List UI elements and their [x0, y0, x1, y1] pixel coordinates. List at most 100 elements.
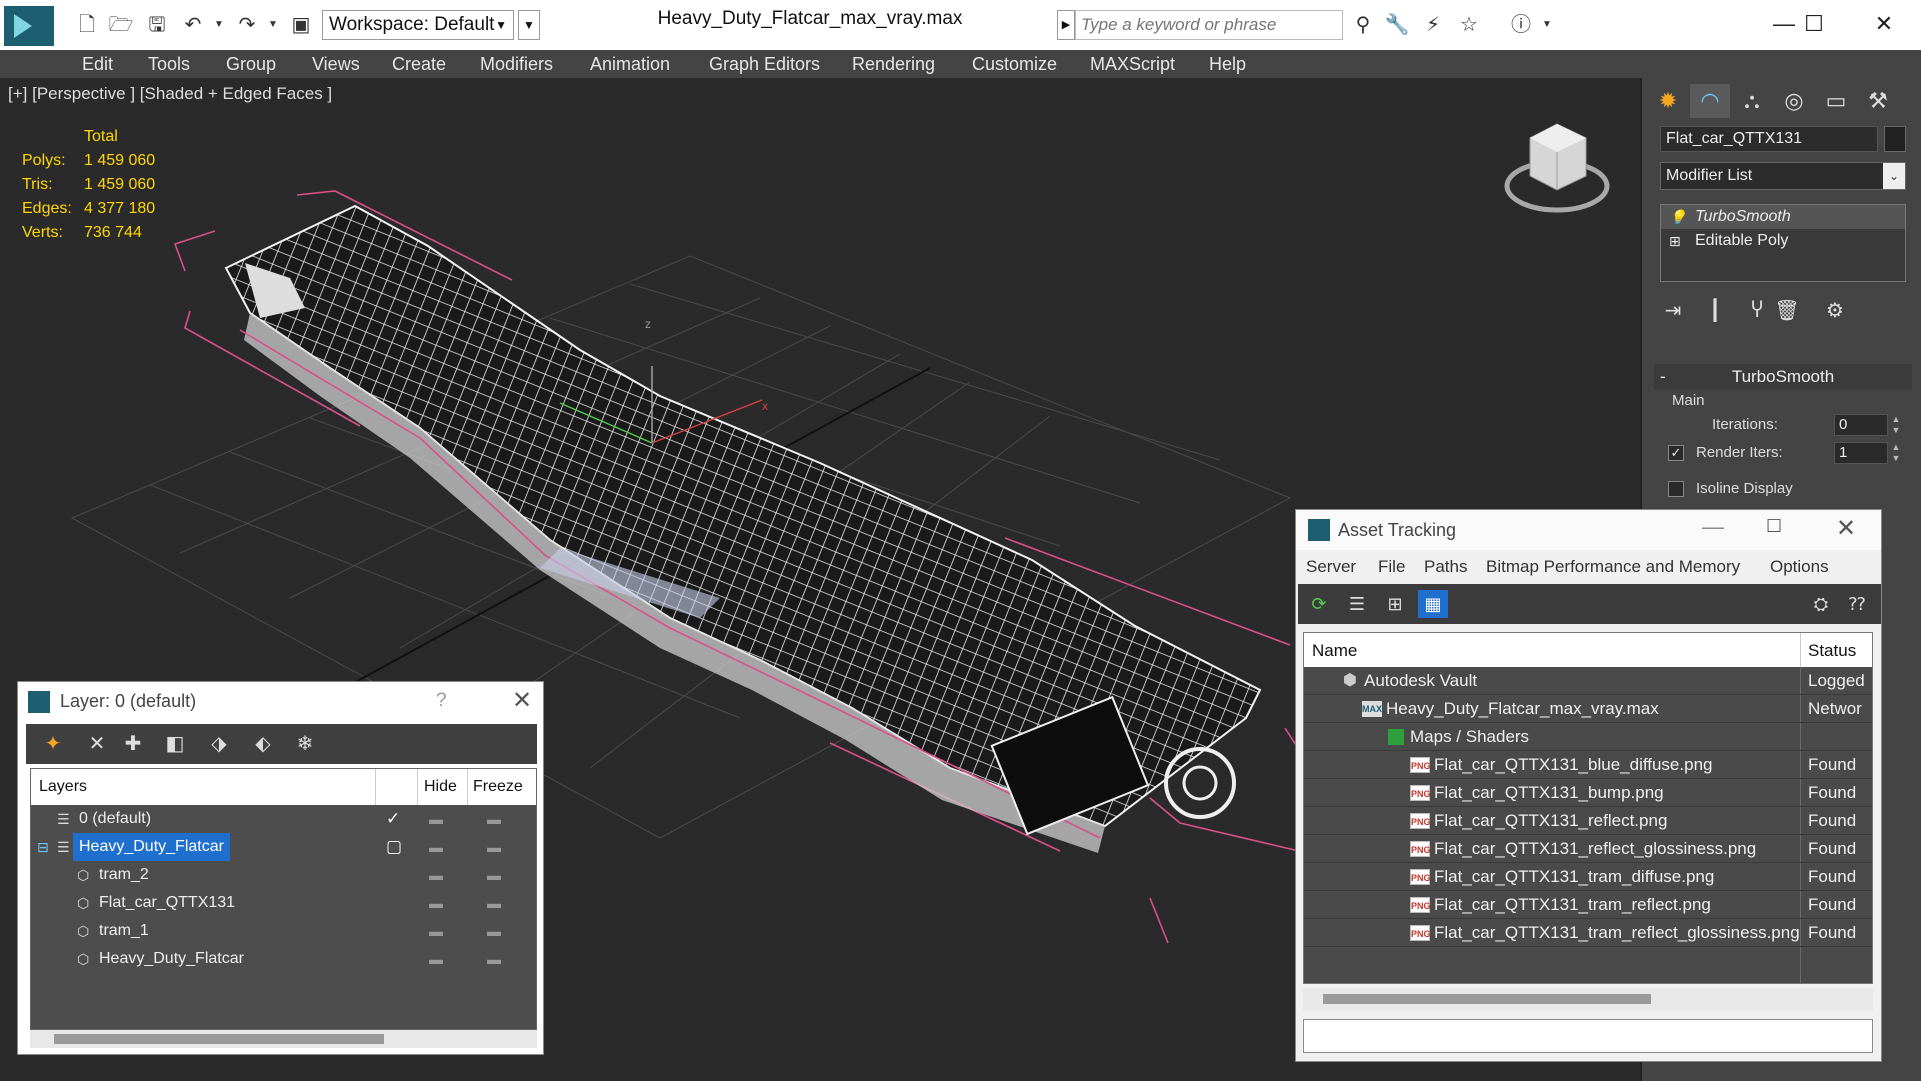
menu-views[interactable]: Views: [312, 50, 360, 78]
freeze-toggle[interactable]: ▬: [487, 945, 501, 973]
list-view-icon[interactable]: ☰: [1342, 590, 1372, 618]
layer-row-flat-car-qttx131[interactable]: ⬡ Flat_car_QTTX131 ▬ ▬: [31, 889, 536, 917]
column-header-hide[interactable]: Hide: [424, 778, 457, 796]
freeze-toggle[interactable]: ▬: [487, 833, 501, 861]
close-window-button[interactable]: ✕: [1854, 6, 1914, 42]
communication-center-icon[interactable]: ⚡: [1420, 12, 1446, 38]
freeze-toggle[interactable]: ▬: [487, 889, 501, 917]
scrollbar-thumb[interactable]: [1323, 994, 1651, 1004]
collapse-minus-icon[interactable]: ⊟: [37, 833, 49, 861]
menu-help[interactable]: Help: [1209, 50, 1246, 78]
refresh-icon[interactable]: ⟳: [1304, 590, 1334, 618]
undo-icon[interactable]: ↶: [180, 12, 206, 38]
asset-row-autodesk-vault[interactable]: ⬢ Autodesk Vault Logged: [1304, 667, 1872, 695]
hide-toggle[interactable]: ▬: [429, 945, 443, 973]
asset-row-maps-shaders[interactable]: Maps / Shaders: [1304, 723, 1872, 751]
menu-rendering[interactable]: Rendering: [852, 50, 935, 78]
close-asset-dialog-button[interactable]: ✕: [1836, 514, 1856, 543]
display-tab-icon[interactable]: ▭: [1816, 84, 1856, 118]
iterations-field[interactable]: 0: [1834, 414, 1888, 436]
freeze-toggle[interactable]: ▬: [487, 917, 501, 945]
binoculars-icon[interactable]: ⚲: [1350, 12, 1376, 38]
render-iters-spinner[interactable]: ▲ ▼: [1890, 442, 1902, 464]
asset-row-png[interactable]: PNG Flat_car_QTTX131_tram_reflect.png Fo…: [1304, 891, 1872, 919]
active-layer-check-icon[interactable]: ✓: [386, 805, 400, 833]
hide-toggle[interactable]: ▬: [429, 833, 443, 861]
menu-tools[interactable]: Tools: [148, 50, 190, 78]
stack-item-editable-poly[interactable]: ⊞ Editable Poly: [1661, 229, 1905, 253]
minimize-button[interactable]: —: [1702, 514, 1724, 540]
asset-dialog-titlebar[interactable]: Asset Tracking — ☐ ✕: [1296, 510, 1881, 550]
search-input[interactable]: [1075, 10, 1343, 40]
asset-menu-file[interactable]: File: [1378, 557, 1405, 577]
tools-icon[interactable]: 🔧: [1384, 12, 1410, 38]
column-header-freeze[interactable]: Freeze: [473, 778, 523, 796]
layer-row-heavy-duty-flatcar[interactable]: ⊟ ☰ Heavy_Duty_Flatcar ▢ ▬ ▬: [31, 833, 536, 861]
highlight-editor-icon[interactable]: ⛭: [1806, 590, 1836, 618]
modifier-list-dropdown[interactable]: Modifier List ⌄: [1660, 162, 1906, 190]
menu-group[interactable]: Group: [226, 50, 276, 78]
save-icon[interactable]: 🖫: [144, 12, 170, 38]
remove-modifier-icon[interactable]: 🗑: [1772, 296, 1802, 326]
asset-row-png[interactable]: PNG Flat_car_QTTX131_tram_reflect_glossi…: [1304, 919, 1872, 947]
asset-menu-server[interactable]: Server: [1306, 557, 1356, 577]
scrollbar-thumb[interactable]: [54, 1034, 384, 1044]
project-folder-icon[interactable]: ▣: [288, 12, 314, 38]
help-icon[interactable]: ⓘ: [1508, 12, 1534, 38]
show-end-result-icon[interactable]: ┃: [1700, 296, 1730, 326]
layer-row-default[interactable]: ☰ 0 (default) ✓ ▬ ▬: [31, 805, 536, 833]
help-button[interactable]: ?: [436, 690, 447, 712]
hide-all-layers-icon[interactable]: ⬖: [248, 730, 278, 758]
layer-row-tram-2[interactable]: ⬡ tram_2 ▬ ▬: [31, 861, 536, 889]
column-header-layers[interactable]: Layers: [39, 778, 87, 796]
make-current-layer-icon[interactable]: ▢: [386, 833, 402, 861]
highlight-selected-layer-icon[interactable]: ⬗: [204, 730, 234, 758]
column-header-name[interactable]: Name: [1312, 641, 1357, 661]
utilities-tab-icon[interactable]: ⚒: [1858, 84, 1898, 118]
tree-view-icon[interactable]: ⊞: [1380, 590, 1410, 618]
hide-toggle[interactable]: ▬: [429, 805, 443, 833]
hierarchy-tab-icon[interactable]: ⛬: [1732, 84, 1772, 118]
lightbulb-icon[interactable]: 💡: [1669, 205, 1686, 229]
maximize-button[interactable]: ☐: [1784, 6, 1844, 42]
layer-row-heavy-duty-flatcar-object[interactable]: ⬡ Heavy_Duty_Flatcar ▬ ▬: [31, 945, 536, 973]
undo-dropdown-icon[interactable]: ▼: [206, 12, 232, 38]
asset-menu-paths[interactable]: Paths: [1424, 557, 1467, 577]
hide-toggle[interactable]: ▬: [429, 917, 443, 945]
menu-create[interactable]: Create: [392, 50, 446, 78]
delete-layer-icon[interactable]: ✕: [82, 730, 112, 758]
asset-row-png[interactable]: PNG Flat_car_QTTX131_blue_diffuse.png Fo…: [1304, 751, 1872, 779]
layer-dialog-titlebar[interactable]: Layer: 0 (default) ? ✕: [18, 682, 543, 722]
workspace-expand-button[interactable]: ▼: [518, 10, 540, 40]
context-help-icon[interactable]: ⁇: [1842, 590, 1872, 618]
workspace-dropdown[interactable]: Workspace: Default ▼: [322, 10, 514, 40]
make-unique-icon[interactable]: Ⴤ: [1742, 296, 1772, 326]
menu-customize[interactable]: Customize: [972, 50, 1057, 78]
menu-edit[interactable]: Edit: [82, 50, 113, 78]
viewcube-icon[interactable]: [1504, 123, 1610, 213]
viewport-label[interactable]: [+] [Perspective ] [Shaded + Edged Faces…: [8, 84, 332, 104]
search-expand-button[interactable]: ▶: [1057, 10, 1075, 40]
layer-horizontal-scrollbar[interactable]: [30, 1030, 537, 1048]
column-header-status[interactable]: Status: [1808, 641, 1856, 661]
asset-row-png[interactable]: PNG Flat_car_QTTX131_bump.png Found: [1304, 779, 1872, 807]
expand-plus-icon[interactable]: ⊞: [1669, 229, 1681, 253]
stack-item-turbosmooth[interactable]: 💡 TurboSmooth: [1661, 205, 1905, 229]
object-color-swatch[interactable]: [1884, 126, 1906, 152]
select-objects-in-layer-icon[interactable]: ◧: [160, 730, 190, 758]
create-tab-icon[interactable]: ✹: [1648, 84, 1688, 118]
hide-toggle[interactable]: ▬: [429, 889, 443, 917]
iterations-spinner[interactable]: ▲ ▼: [1890, 414, 1902, 436]
render-iters-field[interactable]: 1: [1834, 442, 1888, 464]
open-file-icon[interactable]: 🗁: [108, 12, 134, 38]
asset-horizontal-scrollbar[interactable]: [1303, 988, 1873, 1010]
add-to-layer-icon[interactable]: ✚: [118, 730, 148, 758]
create-layer-icon[interactable]: ✦: [38, 730, 68, 758]
asset-path-field[interactable]: [1303, 1019, 1873, 1053]
app-logo-icon[interactable]: [4, 6, 54, 46]
asset-row-png[interactable]: PNG Flat_car_QTTX131_reflect_glossiness.…: [1304, 835, 1872, 863]
redo-icon[interactable]: ↷: [234, 12, 260, 38]
modify-tab-icon[interactable]: ◠: [1690, 84, 1730, 118]
new-file-icon[interactable]: 🗋: [74, 12, 100, 38]
favorites-star-icon[interactable]: ☆: [1456, 12, 1482, 38]
